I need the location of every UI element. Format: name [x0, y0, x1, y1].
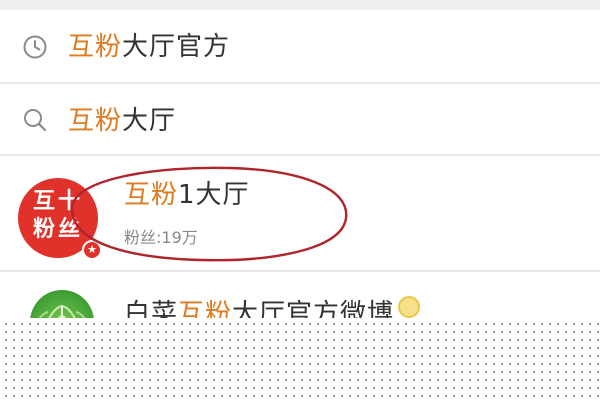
verified-badge-icon: ★ [82, 240, 102, 260]
history-row[interactable]: 互粉大厅官方 [0, 10, 600, 84]
follower-count: 粉丝:19万 [124, 228, 198, 247]
verified-v-icon [398, 296, 421, 318]
account-avatar[interactable]: 互十 粉丝 ★ [18, 178, 102, 260]
clock-icon [23, 35, 47, 59]
avatar-line-2: 粉丝 [32, 217, 83, 242]
avatar-text: 互十 粉丝 [26, 188, 90, 244]
query-rest: 大厅 [122, 106, 177, 136]
history-query-text: 互粉大厅官方 [68, 32, 230, 62]
account-result-row[interactable]: 互十 粉丝 ★ 互粉1大厅 粉丝:19万 [0, 156, 600, 272]
suggestion-query-text: 互粉大厅 [68, 106, 176, 136]
name-highlight: 互粉 [124, 180, 179, 210]
search-icon [24, 109, 47, 132]
dotted-overlay [0, 318, 600, 400]
search-results-page: 互粉大厅官方 互粉大厅 互十 粉丝 ★ 互粉1大厅 粉丝:19万 白菜互粉大厅官… [0, 0, 600, 400]
suggestion-row[interactable]: 互粉大厅 [0, 84, 600, 156]
query-highlight: 互粉 [68, 106, 123, 136]
avatar-line-1: 互十 [32, 189, 83, 214]
name-rest: 1大厅 [178, 180, 250, 210]
top-strip [0, 0, 600, 10]
query-rest: 大厅官方 [122, 32, 231, 62]
account-name[interactable]: 互粉1大厅 [124, 180, 250, 210]
query-highlight: 互粉 [68, 32, 123, 62]
